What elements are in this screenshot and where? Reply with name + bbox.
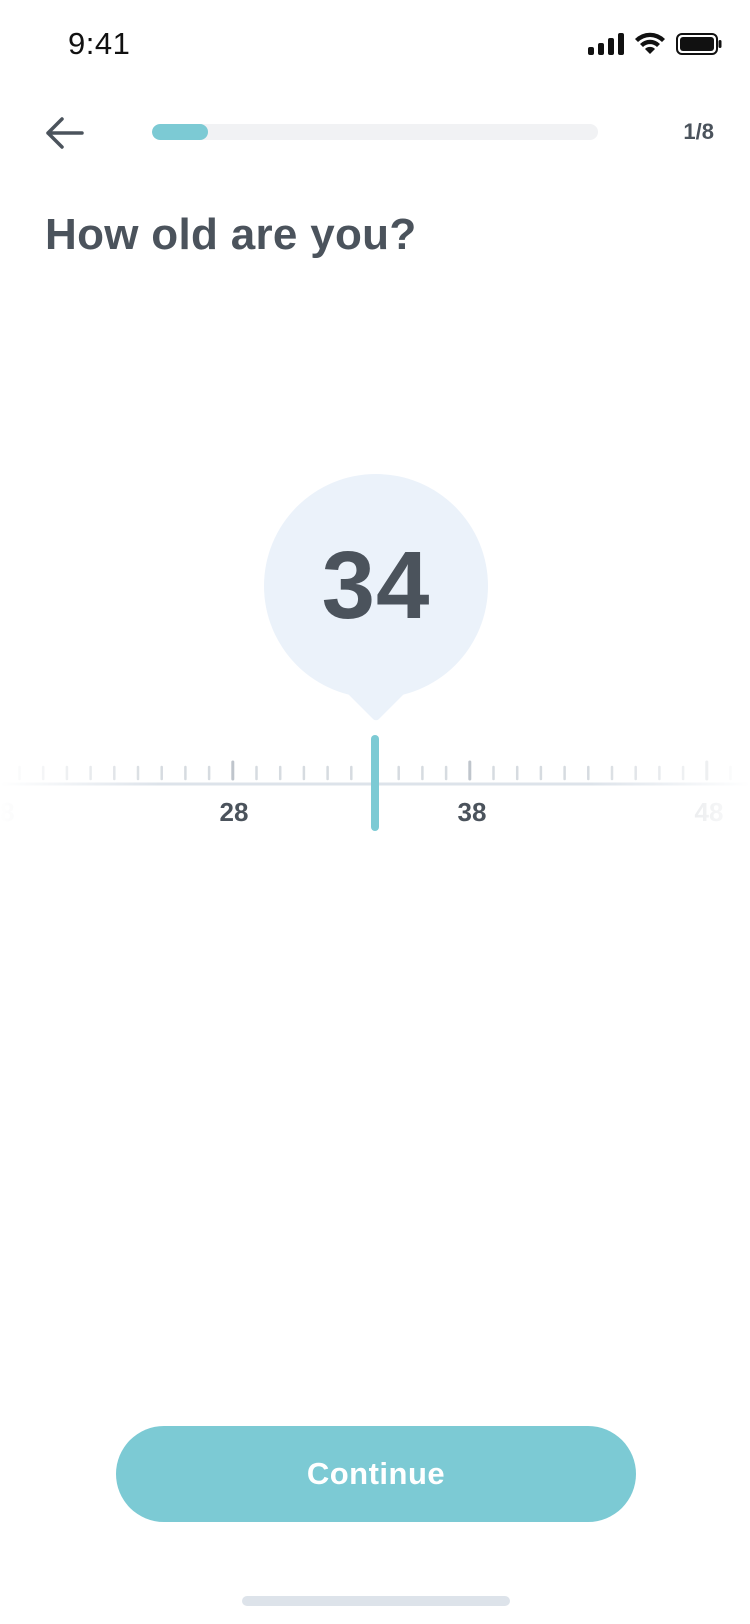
progress-fill xyxy=(152,124,208,140)
ruler-label: 28 xyxy=(219,797,249,827)
header: 1/8 xyxy=(0,100,750,164)
status-bar: 9:41 xyxy=(0,0,750,90)
ruler-indicator[interactable] xyxy=(371,735,379,831)
arrow-left-icon xyxy=(46,117,84,149)
step-counter: 1/8 xyxy=(683,119,714,144)
wifi-icon xyxy=(635,32,665,54)
ruler-label: 38 xyxy=(457,797,487,827)
signal-icon xyxy=(588,33,624,55)
page-title: How old are you? xyxy=(45,210,417,259)
selected-age-value: 34 xyxy=(321,532,431,639)
continue-button[interactable]: Continue xyxy=(116,1426,636,1522)
back-button[interactable] xyxy=(40,108,90,158)
value-bubble: 34 xyxy=(264,474,488,722)
age-ruler-picker[interactable]: 18 28 38 48 xyxy=(0,735,750,845)
ruler-label: 48 xyxy=(694,797,724,827)
progress-bar xyxy=(152,124,598,140)
battery-icon xyxy=(676,33,722,55)
ruler-label: 18 xyxy=(0,797,15,827)
bubble-circle: 34 xyxy=(264,474,488,698)
status-icons xyxy=(588,32,722,56)
status-time: 9:41 xyxy=(68,26,131,61)
home-indicator xyxy=(242,1596,510,1606)
